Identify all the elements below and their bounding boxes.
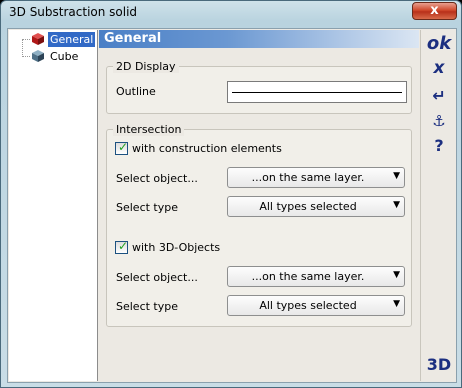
help-button[interactable]: ? xyxy=(421,136,457,155)
3d-select-object-dropdown[interactable]: ...on the same layer. ▼ xyxy=(227,266,405,287)
checkmark-icon: ✓ xyxy=(118,239,129,253)
dropdown-value: ...on the same layer. xyxy=(251,270,365,283)
dialog-window: 3D Substraction solid x General Cube Gen… xyxy=(0,0,462,388)
select-type-label: Select type xyxy=(116,300,179,313)
title-bar[interactable]: 3D Substraction solid x xyxy=(1,1,461,25)
tree-item-general[interactable]: General xyxy=(31,31,96,47)
red-cube-icon xyxy=(31,32,45,46)
display-group: 2D Display Outline xyxy=(106,60,412,114)
dropdown-value: All types selected xyxy=(259,200,357,213)
checkbox-label: with 3D-Objects xyxy=(132,241,221,254)
close-button[interactable]: x xyxy=(412,2,457,20)
chevron-down-icon: ▼ xyxy=(393,299,400,309)
select-object-label: Select object... xyxy=(116,172,198,185)
construction-select-object-dropdown[interactable]: ...on the same layer. ▼ xyxy=(227,167,405,188)
select-type-label: Select type xyxy=(116,201,179,214)
3d-objects-checkbox-row[interactable]: ✓ with 3D-Objects xyxy=(115,239,221,254)
chevron-down-icon: ▼ xyxy=(393,270,400,280)
group-legend: Intersection xyxy=(113,123,185,136)
line-style-sample xyxy=(232,92,402,93)
ok-button[interactable]: ok xyxy=(421,33,457,54)
checkbox-label: with construction elements xyxy=(132,142,282,155)
dropdown-value: ...on the same layer. xyxy=(251,171,365,184)
checkmark-icon: ✓ xyxy=(118,140,129,154)
3d-objects-checkbox[interactable]: ✓ xyxy=(115,239,129,254)
outline-label: Outline xyxy=(116,85,156,98)
dialog-client-area: General Cube General 2D Display Outline … xyxy=(7,28,457,383)
tree-connector xyxy=(22,39,30,40)
construction-select-type-dropdown[interactable]: All types selected ▼ xyxy=(227,196,405,217)
action-toolbar: ok x ↵ ⚓ ? 3D xyxy=(420,30,456,381)
dropdown-value: All types selected xyxy=(259,299,357,312)
panel-header: General xyxy=(99,30,419,48)
chevron-down-icon: ▼ xyxy=(393,200,400,210)
tree-connector xyxy=(22,39,23,57)
tree-item-label: Cube xyxy=(50,49,79,63)
3d-mode-button[interactable]: 3D xyxy=(421,355,457,374)
construction-elements-checkbox-row[interactable]: ✓ with construction elements xyxy=(115,140,282,155)
enter-icon[interactable]: ↵ xyxy=(421,86,457,105)
construction-elements-checkbox[interactable]: ✓ xyxy=(115,140,129,155)
panel-title: General xyxy=(104,31,162,46)
outline-selector[interactable] xyxy=(227,81,407,103)
select-object-label: Select object... xyxy=(116,271,198,284)
blue-cube-icon xyxy=(31,49,45,63)
tree-item-label: General xyxy=(48,31,96,47)
cancel-button[interactable]: x xyxy=(421,58,457,78)
element-tree: General Cube xyxy=(9,30,98,381)
3d-select-type-dropdown[interactable]: All types selected ▼ xyxy=(227,295,405,316)
group-legend: 2D Display xyxy=(113,60,179,73)
intersection-group: Intersection ✓ with construction element… xyxy=(106,123,412,327)
properties-panel: General 2D Display Outline Intersection … xyxy=(99,30,419,381)
anchor-icon[interactable]: ⚓ xyxy=(421,112,457,130)
tree-connector xyxy=(22,56,30,57)
chevron-down-icon: ▼ xyxy=(393,171,400,181)
window-title: 3D Substraction solid xyxy=(9,5,138,19)
tree-item-cube[interactable]: Cube xyxy=(31,48,80,64)
